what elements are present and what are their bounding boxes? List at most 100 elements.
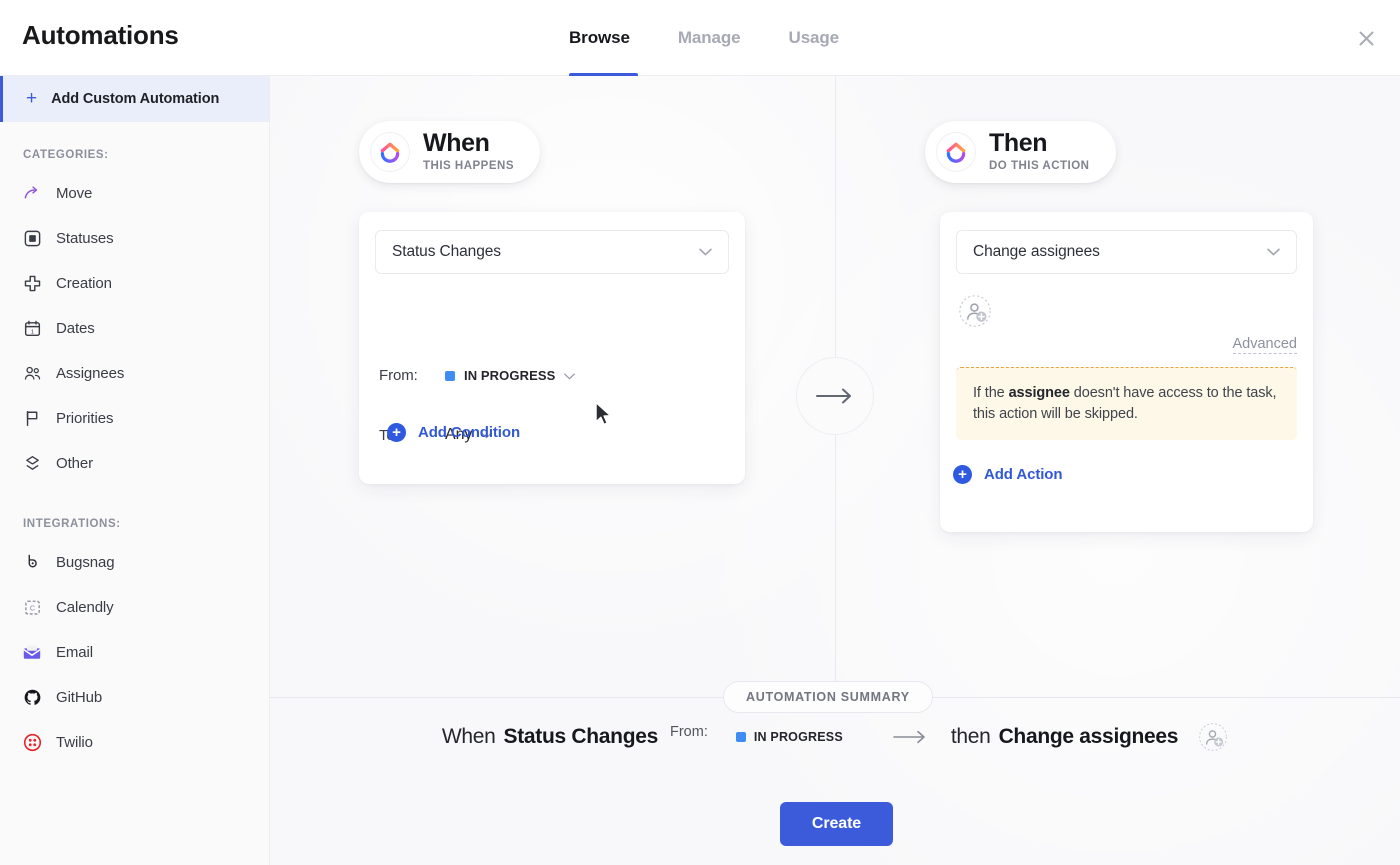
condition-from-value[interactable]: IN PROGRESS <box>445 368 576 383</box>
sidebar-item-move-label: Move <box>56 185 93 202</box>
add-assignee-icon <box>959 295 991 327</box>
trigger-select-value: Status Changes <box>392 243 501 260</box>
tab-usage-label: Usage <box>788 28 840 47</box>
calendly-icon: C <box>22 598 42 618</box>
automation-summary-chip: AUTOMATION SUMMARY <box>723 681 933 713</box>
warning-prefix: If the <box>973 385 1009 401</box>
sidebar-item-email[interactable]: Email <box>0 630 269 675</box>
sidebar-item-creation[interactable]: Creation <box>0 261 269 306</box>
trigger-card: Status Changes From: IN PROGRESS To: <box>359 212 745 484</box>
sidebar-item-twilio[interactable]: Twilio <box>0 720 269 765</box>
add-custom-automation-button[interactable]: + Add Custom Automation <box>0 76 269 122</box>
sidebar-item-move[interactable]: Move <box>0 171 269 216</box>
summary-assignee <box>1198 722 1228 752</box>
clickup-logo-icon <box>937 133 975 171</box>
chevron-down-icon <box>1267 246 1280 258</box>
sidebar-item-calendly[interactable]: C Calendly <box>0 585 269 630</box>
sidebar-item-calendly-label: Calendly <box>56 599 114 616</box>
people-icon <box>22 364 42 384</box>
then-badge-subtitle: DO THIS ACTION <box>989 160 1090 173</box>
svg-text:1: 1 <box>30 329 33 335</box>
summary-then-word: then <box>950 725 991 748</box>
action-select[interactable]: Change assignees <box>956 230 1297 274</box>
sidebar-item-twilio-label: Twilio <box>56 734 93 751</box>
tab-manage-label: Manage <box>677 28 741 47</box>
sidebar-item-email-label: Email <box>56 644 94 661</box>
condition-row-from: From: IN PROGRESS <box>379 367 729 384</box>
summary-trigger: Status Changes <box>503 725 658 748</box>
add-assignee-icon <box>1199 723 1228 751</box>
assignee-warning-text: If the assignee doesn't have access to t… <box>973 383 1280 424</box>
tab-bar: Browse Manage Usage <box>553 0 863 76</box>
svg-text:C: C <box>29 604 34 612</box>
add-condition-label: Add Condition <box>418 424 521 441</box>
warning-bold: assignee <box>1008 385 1070 401</box>
sidebar-item-priorities-label: Priorities <box>56 410 114 427</box>
plus-icon: + <box>26 87 38 109</box>
circle-plus-icon: + <box>387 423 406 442</box>
arrow-right-icon <box>816 388 851 404</box>
categories-heading: CATEGORIES: <box>23 149 109 161</box>
tab-manage[interactable]: Manage <box>654 0 765 76</box>
close-button[interactable] <box>1348 20 1384 56</box>
status-swatch-icon <box>445 370 455 381</box>
integrations-heading: INTEGRATIONS: <box>23 518 121 530</box>
sidebar-item-assignees-label: Assignees <box>56 365 125 382</box>
advanced-link[interactable]: Advanced <box>1232 336 1297 354</box>
automation-builder-canvas: When THIS HAPPENS Status Changes From: I… <box>270 76 1400 865</box>
chevron-down-icon <box>564 370 576 382</box>
sidebar-item-bugsnag-label: Bugsnag <box>56 554 115 571</box>
email-icon <box>22 643 42 663</box>
summary-status: IN PROGRESS <box>735 730 843 744</box>
sidebar-item-creation-label: Creation <box>56 275 112 292</box>
move-arrow-icon <box>22 184 42 204</box>
create-button[interactable]: Create <box>780 802 893 846</box>
status-square-icon <box>22 229 42 249</box>
tab-usage[interactable]: Usage <box>765 0 864 76</box>
integrations-list: Bugsnag C Calendly Email GitHub Twilio <box>0 540 269 765</box>
flag-icon <box>22 409 42 429</box>
add-action-label: Add Action <box>984 466 1063 483</box>
trigger-select[interactable]: Status Changes <box>375 230 729 274</box>
categories-list: Move Statuses Creation 1 Dates Assignees… <box>0 171 269 486</box>
condition-from-label: From: <box>379 367 418 384</box>
sidebar-item-dates-label: Dates <box>56 320 95 337</box>
sidebar-item-assignees[interactable]: Assignees <box>0 351 269 396</box>
sidebar-item-statuses[interactable]: Statuses <box>0 216 269 261</box>
then-badge: Then DO THIS ACTION <box>925 121 1116 183</box>
summary-from-label: From: <box>669 724 708 740</box>
add-assignee-button[interactable] <box>958 294 992 328</box>
github-icon <box>22 688 42 708</box>
automation-summary-row: When Status Changes From: IN PROGRESS th… <box>270 722 1400 752</box>
then-badge-title: Then <box>989 129 1048 158</box>
action-select-value: Change assignees <box>973 243 1100 260</box>
sidebar-item-github-label: GitHub <box>56 689 103 706</box>
summary-action: Change assignees <box>998 725 1179 748</box>
summary-status-text: IN PROGRESS <box>753 730 843 744</box>
add-action-button[interactable]: + Add Action <box>953 465 1063 484</box>
plus-cross-icon <box>22 274 42 294</box>
automations-modal: Automations Browse Manage Usage + Add Cu… <box>0 0 1400 865</box>
sidebar-item-dates[interactable]: 1 Dates <box>0 306 269 351</box>
chevron-down-icon <box>699 246 712 258</box>
calendar-icon: 1 <box>22 319 42 339</box>
sidebar-item-bugsnag[interactable]: Bugsnag <box>0 540 269 585</box>
sidebar-item-github[interactable]: GitHub <box>0 675 269 720</box>
flow-arrow-node <box>796 357 874 435</box>
action-card: Change assignees Advanced If the assigne… <box>940 212 1313 532</box>
status-swatch-icon <box>735 732 746 742</box>
assignee-warning-banner: If the assignee doesn't have access to t… <box>956 367 1297 441</box>
close-icon <box>1359 31 1373 45</box>
circle-plus-icon: + <box>953 465 972 484</box>
sidebar-item-priorities[interactable]: Priorities <box>0 396 269 441</box>
layers-icon <box>22 454 42 474</box>
sidebar-item-statuses-label: Statuses <box>56 230 114 247</box>
sidebar-item-other-label: Other <box>56 455 94 472</box>
tab-browse-label: Browse <box>569 28 630 47</box>
modal-header: Automations Browse Manage Usage <box>0 0 1400 76</box>
add-condition-button[interactable]: + Add Condition <box>387 423 520 442</box>
sidebar-item-other[interactable]: Other <box>0 441 269 486</box>
tab-browse[interactable]: Browse <box>553 0 654 76</box>
sidebar: + Add Custom Automation CATEGORIES: Move… <box>0 76 270 865</box>
clickup-logo-icon <box>371 133 409 171</box>
